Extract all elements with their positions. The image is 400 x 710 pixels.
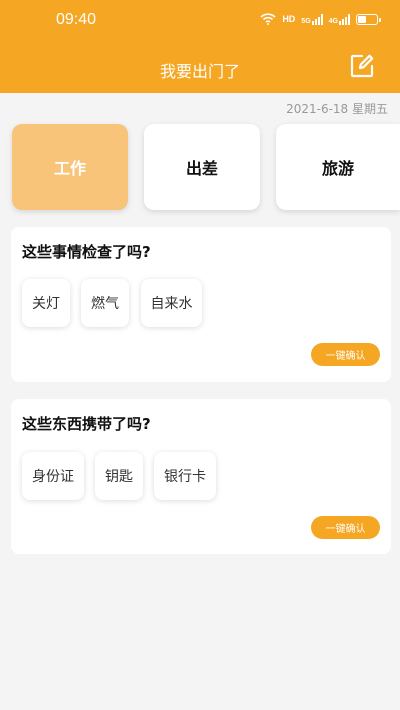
signal-5g-label: 5G (301, 17, 311, 25)
wifi-icon (260, 13, 276, 25)
signal-4g-label: 4G (328, 17, 338, 25)
status-time: 09:40 (56, 11, 97, 28)
category-label: 工作 (53, 159, 86, 178)
chip-label: 关灯 (32, 296, 60, 312)
carry-item-id-card[interactable]: 身份证 (22, 452, 84, 500)
category-work[interactable]: 工作 (12, 124, 128, 210)
confirm-label: 一键确认 (325, 524, 366, 535)
card-title: 这些事情检查了吗? (22, 243, 151, 261)
chip-label: 钥匙 (105, 469, 133, 485)
battery-icon (356, 13, 381, 25)
card-title: 这些东西携带了吗? (22, 415, 151, 433)
chip-label: 自来水 (150, 296, 193, 312)
hd-label: HD (282, 14, 296, 24)
chip-label: 身份证 (32, 469, 74, 485)
status-bar: 09:40 HD 5G 4G (0, 0, 400, 42)
category-business-trip[interactable]: 出差 (144, 124, 260, 210)
carry-item-bank-card[interactable]: 银行卡 (154, 452, 216, 500)
carry-card: 这些东西携带了吗? 身份证 钥匙 银行卡 一键确认 (11, 399, 391, 554)
confirm-label: 一键确认 (325, 351, 366, 362)
chip-label: 燃气 (91, 296, 119, 312)
check-card: 这些事情检查了吗? 关灯 燃气 自来水 一键确认 (11, 227, 391, 382)
app-header: 09:40 HD 5G 4G 我要出门了 (0, 0, 400, 93)
status-icons: HD 5G 4G (260, 13, 381, 25)
category-travel[interactable]: 旅游 (276, 124, 400, 210)
check-item-gas[interactable]: 燃气 (81, 279, 129, 327)
category-label: 旅游 (321, 159, 354, 178)
edit-icon (350, 54, 374, 78)
signal-4g-icon: 4G (328, 13, 350, 25)
date-label: 2021-6-18 星期五 (286, 102, 388, 116)
page-title: 我要出门了 (159, 62, 240, 81)
confirm-button[interactable]: 一键确认 (311, 516, 380, 539)
edit-button[interactable] (348, 52, 376, 80)
confirm-button[interactable]: 一键确认 (311, 343, 380, 366)
category-label: 出差 (185, 159, 218, 178)
signal-5g-icon: 5G (301, 13, 323, 25)
chip-label: 银行卡 (164, 469, 206, 485)
carry-item-keys[interactable]: 钥匙 (95, 452, 143, 500)
title-bar: 我要出门了 (0, 46, 400, 90)
check-item-water[interactable]: 自来水 (141, 279, 202, 327)
check-item-lights[interactable]: 关灯 (22, 279, 70, 327)
